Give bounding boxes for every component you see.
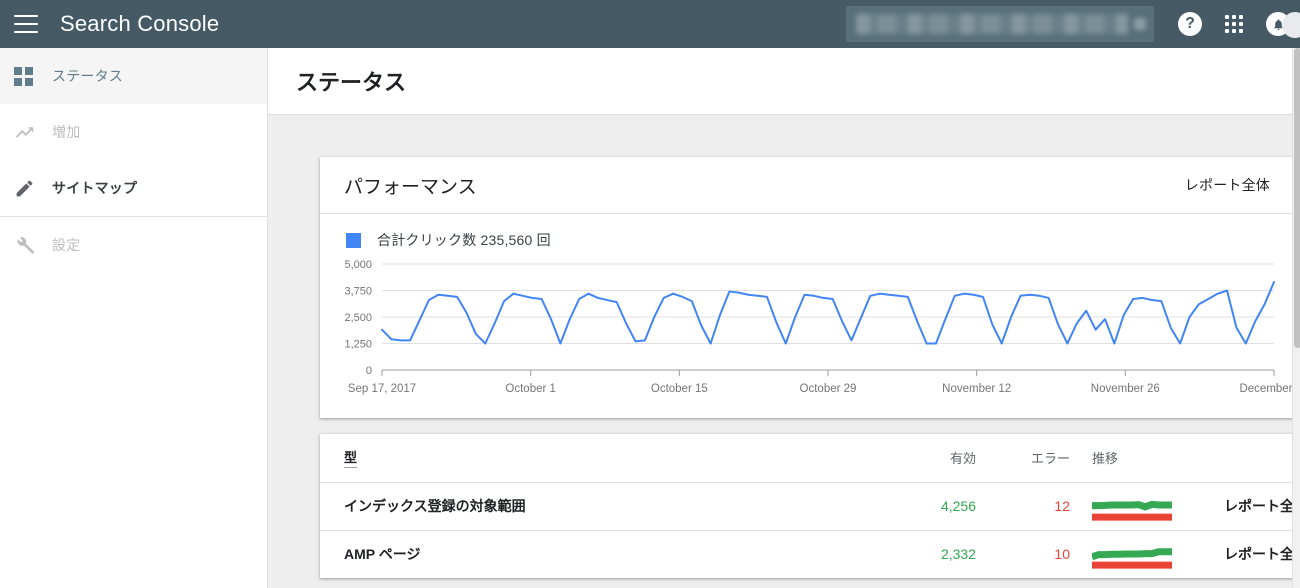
app-brand-title: Search Console: [60, 11, 220, 36]
help-button[interactable]: ?: [1168, 0, 1212, 48]
status-table: 型 有効 エラー 推移 インデックス登録の対象範囲 4,256 12 レポート全体 AM…: [320, 434, 1300, 578]
svg-text:December 10: December 10: [1239, 383, 1292, 395]
cell-valid-count: 4,256: [880, 482, 976, 531]
property-selector[interactable]: [846, 6, 1154, 42]
svg-text:October 15: October 15: [651, 383, 708, 395]
performance-card-header: パフォーマンス レポート全体: [320, 157, 1292, 214]
cell-type: インデックス登録の対象範囲: [320, 482, 880, 531]
column-header-valid: 有効: [880, 434, 976, 483]
dashboard-icon: [14, 66, 52, 86]
search-console-app: Search Console ? ステータス 増加 サイトマップ 設定 ステータ…: [0, 0, 1300, 588]
vertical-scrollbar[interactable]: [1292, 48, 1300, 588]
cell-report-link[interactable]: レポート全体: [1180, 530, 1300, 578]
property-selector-value: [856, 14, 1128, 34]
help-icon: ?: [1178, 12, 1202, 36]
chevron-down-icon: [1134, 18, 1146, 30]
sidebar-item-status[interactable]: ステータス: [0, 48, 267, 104]
sidebar-nav: ステータス 増加 サイトマップ 設定: [0, 48, 268, 588]
cell-valid-count: 2,332: [940, 546, 976, 563]
svg-text:2,500: 2,500: [344, 312, 372, 324]
legend-swatch-clicks: [346, 232, 361, 248]
row-full-report-link[interactable]: レポート全体: [1224, 546, 1300, 562]
sidebar-group-secondary: 設定: [0, 217, 267, 273]
wrench-icon: [14, 235, 52, 256]
sidebar-group-primary: ステータス 増加 サイトマップ: [0, 48, 267, 217]
sidebar-item-label-growth: 増加: [52, 124, 81, 140]
scrollbar-thumb[interactable]: [1294, 48, 1300, 348]
trending-up-icon: [14, 122, 52, 143]
table-row[interactable]: AMP ページ 2,332 10 レポート全体: [320, 530, 1300, 578]
sidebar-item-sitemap[interactable]: サイトマップ: [0, 160, 267, 216]
svg-text:November 26: November 26: [1091, 383, 1160, 395]
performance-full-report-link[interactable]: レポート全体: [1185, 175, 1270, 195]
trend-sparkline: [1092, 489, 1172, 521]
performance-card: パフォーマンス レポート全体 合計クリック数 235,560 回 0 1,250 2…: [320, 157, 1292, 418]
apps-button[interactable]: [1212, 0, 1256, 48]
performance-line-chart: 0 1,250 2,500 3,750 5,000 Sep 17, 2017 October…: [344, 259, 1292, 395]
hamburger-menu-icon[interactable]: [14, 15, 38, 33]
cell-trend: [1070, 530, 1180, 578]
sidebar-item-label-status: ステータス: [52, 68, 123, 84]
column-header-error: エラー: [976, 434, 1070, 483]
sidebar-item-settings[interactable]: 設定: [0, 217, 267, 273]
sidebar-item-label-settings: 設定: [52, 237, 81, 253]
row-full-report-link[interactable]: レポート全体: [1224, 498, 1300, 514]
trend-sparkline: [1092, 537, 1172, 569]
page-title: ステータス: [296, 70, 407, 95]
svg-text:October 29: October 29: [800, 383, 857, 395]
pencil-icon: [14, 178, 52, 199]
table-header-row: 型 有効 エラー 推移: [320, 434, 1300, 483]
performance-chart[interactable]: 0 1,250 2,500 3,750 5,000 Sep 17, 2017 October…: [320, 256, 1292, 406]
svg-text:5,000: 5,000: [344, 259, 372, 271]
svg-text:October 1: October 1: [505, 383, 555, 395]
page-header: ステータス: [268, 48, 1300, 115]
svg-text:3,750: 3,750: [344, 286, 372, 298]
cell-report-link[interactable]: レポート全体: [1180, 482, 1300, 531]
status-table-head: 型 有効 エラー 推移: [320, 434, 1300, 483]
status-table-body: インデックス登録の対象範囲 4,256 12 レポート全体 AMP ページ 2,332 10…: [320, 482, 1300, 578]
sidebar-item-growth[interactable]: 増加: [0, 104, 267, 160]
column-header-type[interactable]: 型: [320, 434, 880, 483]
column-header-link: [1180, 434, 1300, 483]
status-table-card: 型 有効 エラー 推移 インデックス登録の対象範囲 4,256 12 レポート全体 AM…: [320, 434, 1300, 578]
table-row[interactable]: インデックス登録の対象範囲 4,256 12 レポート全体: [320, 482, 1300, 531]
svg-text:Sep 17, 2017: Sep 17, 2017: [348, 383, 416, 395]
main-content: ステータス パフォーマンス レポート全体 合計クリック数 235,560 回 0…: [268, 48, 1300, 588]
sidebar-item-label-sitemap: サイトマップ: [52, 180, 138, 196]
svg-text:1,250: 1,250: [344, 339, 372, 351]
chart-legend: 合計クリック数 235,560 回: [320, 214, 1292, 250]
column-header-trend: 推移: [1070, 434, 1180, 483]
cell-trend: [1070, 482, 1180, 531]
apps-grid-icon: [1225, 15, 1243, 33]
cell-error-count: 10: [1054, 546, 1070, 563]
cell-type: AMP ページ: [344, 546, 421, 563]
top-app-bar: Search Console ?: [0, 0, 1300, 48]
cell-error-count: 12: [976, 482, 1070, 531]
svg-text:0: 0: [366, 365, 372, 377]
performance-title: パフォーマンス: [344, 176, 477, 198]
svg-text:November 12: November 12: [942, 383, 1011, 395]
legend-label-clicks: 合計クリック数 235,560 回: [377, 232, 551, 248]
